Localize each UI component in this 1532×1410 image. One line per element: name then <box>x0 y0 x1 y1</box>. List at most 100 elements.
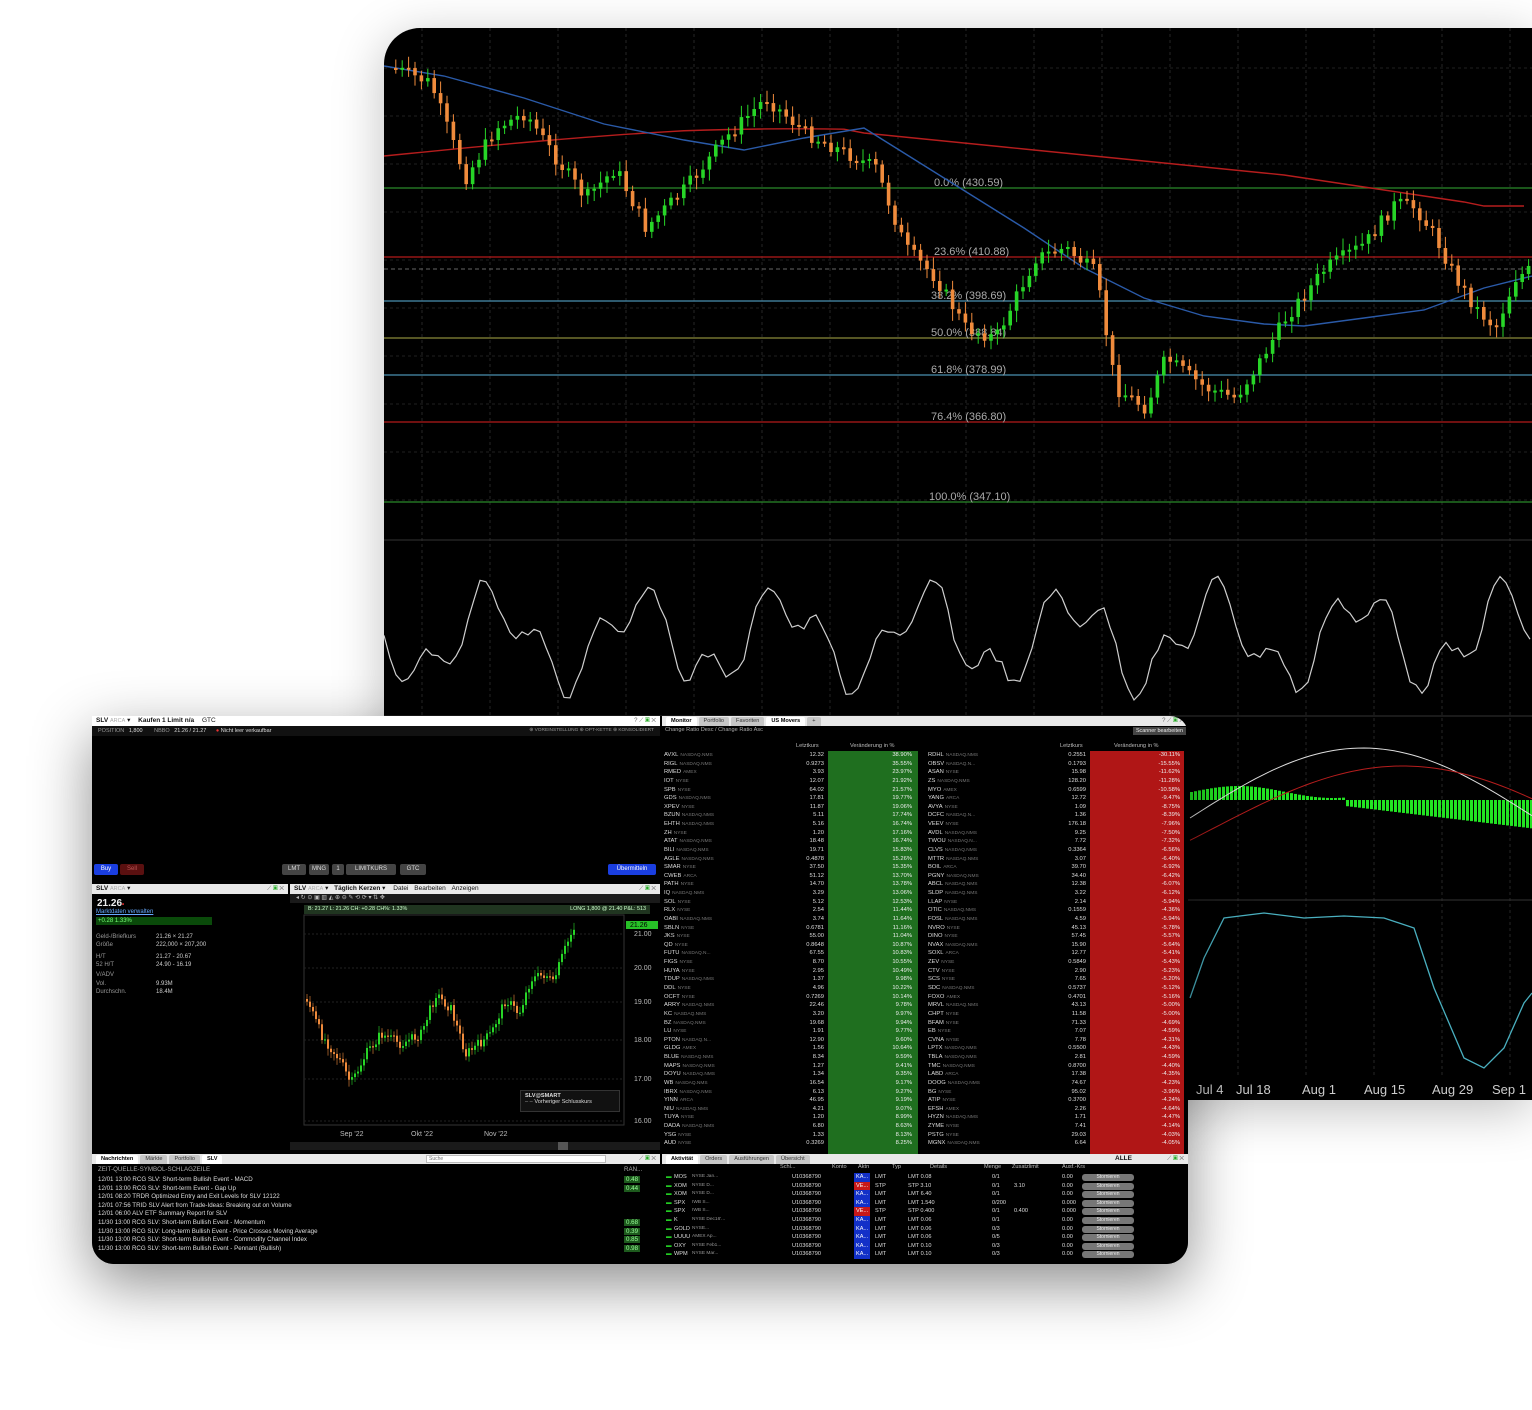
tab-news[interactable]: Nachrichten <box>96 1155 139 1164</box>
scanner-row[interactable]: BFAM NYSE 71.33 -4.69% <box>926 1019 1188 1028</box>
scanner-row[interactable]: TDUP NASDAQ.NMS 1.37 9.98% <box>662 975 924 984</box>
scanner-row[interactable]: DINO NYSE 57.45 -5.57% <box>926 932 1188 941</box>
scanner-row[interactable]: TMC NASDAQ.NMS 0.8700 -4.40% <box>926 1062 1188 1071</box>
scanner-row[interactable]: MRVL NASDAQ.NMS 43.13 -5.00% <box>926 1001 1188 1010</box>
manage-market-data-link[interactable]: Marktdaten verwalten <box>96 909 153 915</box>
sell-button[interactable]: Sell <box>120 864 144 875</box>
scanner-row[interactable]: FIGS NYSE 8.70 10.55% <box>662 958 924 967</box>
scanner-row[interactable]: DDL NYSE 4.96 10.22% <box>662 984 924 993</box>
news-item[interactable]: 12/01 08:20 TRDR Optimized Entry and Exi… <box>98 1193 280 1200</box>
activity-col-header[interactable]: Schl... <box>780 1164 796 1170</box>
cancel-order-button[interactable]: Stornieren <box>1082 1225 1134 1233</box>
scanner-row[interactable]: EFSH AMEX 2.26 -4.64% <box>926 1105 1188 1114</box>
scanner-row[interactable]: PGNY NASDAQ.NMS 34.40 -6.42% <box>926 872 1188 881</box>
scanner-row[interactable]: DOYU NASDAQ.NMS 1.34 9.35% <box>662 1070 924 1079</box>
scanner-row[interactable]: TWOU NASDAQ.N... 7.72 -7.32% <box>926 837 1188 846</box>
scanner-row[interactable]: KC NASDAQ.NMS 3.20 9.97% <box>662 1010 924 1019</box>
scanner-row[interactable]: VEEV NYSE 176.18 -7.96% <box>926 820 1188 829</box>
tab-portfolio[interactable]: Portfolio <box>698 717 730 726</box>
scanner-row[interactable]: SOXL ARCA 12.77 -5.41% <box>926 949 1188 958</box>
news-item[interactable]: 11/30 13:00 RCG SLV: Short-term Bullish … <box>98 1219 265 1226</box>
scanner-row[interactable]: ZH NYSE 1.20 17.16% <box>662 829 924 838</box>
scanner-row[interactable]: AVYA NYSE 1.09 -8.75% <box>926 803 1188 812</box>
tab-favorites[interactable]: Favoriten <box>731 717 765 726</box>
order-row[interactable]: ▬ WPM NYSE Mar... U10368790 KA... LMT LMT 0.1… <box>662 1250 1188 1259</box>
buy-button[interactable]: Buy <box>94 864 118 875</box>
window-controls[interactable]: ⟋ ▣ ✕ <box>267 884 284 894</box>
scanner-row[interactable]: NVRO NYSE 45.13 -5.78% <box>926 924 1188 933</box>
scanner-row[interactable]: OABI NASDAQ.NMS 3.74 11.64% <box>662 915 924 924</box>
scanner-row[interactable]: ZS NASDAQ.NMS 128.20 -11.28% <box>926 777 1188 786</box>
scanner-row[interactable]: FUTU NASDAQ.N... 67.55 10.83% <box>662 949 924 958</box>
cancel-order-button[interactable]: Stornieren <box>1082 1174 1134 1181</box>
news-item[interactable]: 12/01 13:00 RCG SLV: Short-term Bullish … <box>98 1176 253 1183</box>
window-controls[interactable]: ? ⟋ ▣ ✕ <box>634 716 656 726</box>
scanner-row[interactable]: YANG ARCA 12.72 -9.47% <box>926 794 1188 803</box>
tab-activity[interactable]: Aktivität <box>666 1155 699 1164</box>
scanner-row[interactable]: DADA NASDAQ.NMS 6.80 8.63% <box>662 1122 924 1131</box>
activity-col-header[interactable]: Zusatzlimit <box>1012 1164 1039 1170</box>
window-controls[interactable]: ⟋ ▣ ✕ <box>1167 1154 1184 1164</box>
scanner-row[interactable]: BILI NASDAQ.NMS 19.71 15.83% <box>662 846 924 855</box>
scanner-row[interactable]: BZ NASDAQ.NMS 19.68 9.94% <box>662 1019 924 1028</box>
scanner-row[interactable]: CHPT NYSE 11.58 -5.00% <box>926 1010 1188 1019</box>
order-row[interactable]: ▬ GOLD NYSE... U10368790 KA... LMT LMT 0.06 0/… <box>662 1224 1188 1234</box>
limit-price-input[interactable]: LIMITKURS <box>346 864 396 875</box>
scanner-row[interactable]: IBRX NASDAQ.NMS 6.13 9.27% <box>662 1088 924 1097</box>
scanner-row[interactable]: DOOG NASDAQ.NMS 74.67 -4.23% <box>926 1079 1188 1088</box>
tif-select[interactable]: GTC <box>400 864 426 875</box>
add-tab-button[interactable]: + <box>807 717 821 726</box>
news-item[interactable]: 12/01 07:56 TRID SLV Alert from Trade-Id… <box>98 1202 292 1209</box>
tab-overview[interactable]: Übersicht <box>776 1155 810 1164</box>
scanner-row[interactable]: LABD ARCA 17.38 -4.35% <box>926 1070 1188 1079</box>
col-change-right[interactable]: Veränderung in % <box>1114 743 1158 749</box>
scanner-row[interactable]: BOIL ARCA 39.70 -6.92% <box>926 863 1188 872</box>
col-change-left[interactable]: Veränderung in % <box>850 743 894 749</box>
activity-col-header[interactable]: Konto <box>832 1164 847 1170</box>
news-item[interactable]: 11/30 13:00 RCG SLV: Short-term Bullish … <box>98 1236 307 1243</box>
quote-symbol[interactable]: SLV <box>96 885 108 892</box>
option-chain-option[interactable]: OPT-KETTE <box>585 728 612 733</box>
order-row[interactable]: ▬ SPX IWB S... U10368790 KA... LMT LMT 1.540 0… <box>662 1198 1188 1208</box>
scanner-row[interactable]: MYO AMEX 0.6599 -10.58% <box>926 786 1188 795</box>
order-row[interactable]: ▬ K NYSE Dec16'... U10368790 KA... LMT LMT 0.… <box>662 1216 1188 1225</box>
order-row[interactable]: ▬ SPX IWB S... U10368790 VE... STP STP 0.400 0… <box>662 1207 1188 1216</box>
scanner-row[interactable]: SBLN NYSE 0.6781 11.16% <box>662 924 924 933</box>
news-search-input[interactable] <box>426 1155 606 1163</box>
row-symbol[interactable]: AUD NYSE <box>664 1139 691 1149</box>
scanner-row[interactable]: OCFT NYSE 0.7269 10.14% <box>662 993 924 1002</box>
scanner-row[interactable]: HYZN NASDAQ.NMS 1.71 -4.47% <box>926 1113 1188 1122</box>
scanner-row[interactable]: LPTX NASDAQ.NMS 0.5500 -4.43% <box>926 1044 1188 1053</box>
mini-chart-canvas[interactable]: 21.00 20.00 19.00 18.00 17.00 16.00 21.26 Sep '… <box>290 884 660 1154</box>
scanner-row[interactable]: BZUN NASDAQ.NMS 5.11 17.74% <box>662 811 924 820</box>
scanner-row[interactable]: RIGL NASDAQ.NMS 0.9273 35.55% <box>662 760 924 769</box>
scanner-row[interactable]: XPEV NYSE 11.87 19.06% <box>662 803 924 812</box>
scanner-row[interactable]: EB NYSE 7.07 -4.59% <box>926 1027 1188 1036</box>
window-controls[interactable]: ⟋ ▣ ✕ <box>639 1154 656 1164</box>
scanner-row[interactable]: SCS NYSE 7.65 -5.20% <box>926 975 1188 984</box>
activity-filter[interactable]: ALLE <box>1115 1154 1132 1164</box>
scanner-row[interactable]: OTIC NASDAQ.NMS 0.1559 -4.36% <box>926 906 1188 915</box>
order-row[interactable]: ▬ XOM NYSE D... U10368790 KA... LMT LMT 6.40 0… <box>662 1190 1188 1199</box>
cancel-order-button[interactable]: Stornieren <box>1082 1199 1134 1207</box>
scanner-row[interactable]: PTON NASDAQ.N... 12.90 9.60% <box>662 1036 924 1045</box>
scanner-row[interactable]: ATAT NASDAQ.NMS 18.48 16.74% <box>662 837 924 846</box>
cancel-order-button[interactable]: Stornieren <box>1082 1242 1134 1250</box>
news-item[interactable]: 11/30 13:00 RCG SLV: Short-term Bullish … <box>98 1245 281 1252</box>
cancel-order-button[interactable]: Stornieren <box>1082 1182 1134 1190</box>
activity-col-header[interactable]: Typ <box>892 1164 901 1170</box>
scanner-row[interactable]: YINN ARCA 46.95 9.19% <box>662 1096 924 1105</box>
window-controls[interactable]: ? ⟋ ▣ ✕ <box>1162 716 1184 726</box>
scanner-row[interactable]: SPB NYSE 64.02 21.57% <box>662 786 924 795</box>
activity-col-header[interactable]: Menge <box>984 1164 1001 1170</box>
tab-news-portfolio[interactable]: Portfolio <box>169 1155 200 1164</box>
scanner-row[interactable]: BLUE NASDAQ.NMS 8.34 9.59% <box>662 1053 924 1062</box>
scanner-row[interactable]: AVDL NASDAQ.NMS 9.25 -7.50% <box>926 829 1188 838</box>
scanner-row[interactable]: GLDG AMEX 1.56 10.64% <box>662 1044 924 1053</box>
order-symbol[interactable]: SLV <box>96 717 108 724</box>
order-row[interactable]: ▬ OXY NYSE Feb1... U10368790 KA... LMT LMT 0.… <box>662 1241 1188 1251</box>
scanner-row[interactable]: MGNX NASDAQ.NMS 6.64 -4.05% <box>926 1139 1188 1148</box>
tab-orders[interactable]: Orders <box>700 1155 728 1164</box>
scanner-row[interactable]: SOL NYSE 5.12 12.53% <box>662 898 924 907</box>
scanner-row[interactable]: PATH NYSE 14.70 13.78% <box>662 880 924 889</box>
